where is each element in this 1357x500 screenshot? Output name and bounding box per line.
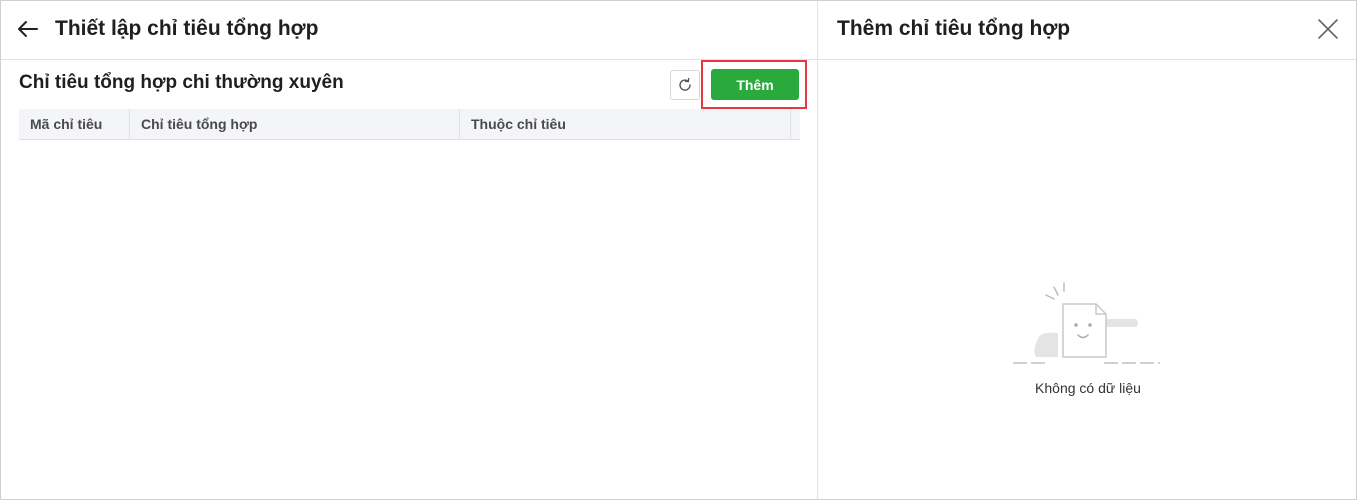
empty-document-icon bbox=[1013, 282, 1160, 364]
column-header-parent[interactable]: Thuộc chỉ tiêu bbox=[460, 109, 791, 139]
empty-state: Không có dữ liệu bbox=[1008, 279, 1168, 396]
close-button[interactable] bbox=[1316, 17, 1340, 41]
column-header-code[interactable]: Mã chỉ tiêu bbox=[19, 109, 130, 139]
window: Thiết lập chỉ tiêu tổng hợp Chỉ tiêu tổn… bbox=[0, 0, 1357, 500]
table-header: Mã chỉ tiêu Chỉ tiêu tổng hợp Thuộc chỉ … bbox=[19, 109, 800, 140]
left-header: Thiết lập chỉ tiêu tổng hợp bbox=[1, 1, 817, 60]
refresh-button[interactable] bbox=[670, 70, 700, 100]
arrow-left-icon bbox=[18, 21, 38, 37]
empty-message: Không có dữ liệu bbox=[1035, 380, 1141, 396]
back-button[interactable] bbox=[15, 17, 41, 41]
add-button[interactable]: Thêm bbox=[711, 69, 799, 100]
section-title: Chỉ tiêu tổng hợp chi thường xuyên bbox=[19, 72, 344, 93]
refresh-icon bbox=[679, 77, 691, 91]
column-header-summary[interactable]: Chỉ tiêu tổng hợp bbox=[130, 109, 460, 139]
close-icon bbox=[1318, 19, 1338, 39]
panel-title: Thêm chỉ tiêu tổng hợp bbox=[837, 17, 1071, 40]
left-panel: Thiết lập chỉ tiêu tổng hợp Chỉ tiêu tổn… bbox=[1, 1, 818, 499]
right-panel: Thêm chỉ tiêu tổng hợp Không có dữ liệu bbox=[818, 1, 1356, 499]
page-title: Thiết lập chỉ tiêu tổng hợp bbox=[55, 17, 319, 40]
right-header: Thêm chỉ tiêu tổng hợp bbox=[818, 1, 1356, 60]
